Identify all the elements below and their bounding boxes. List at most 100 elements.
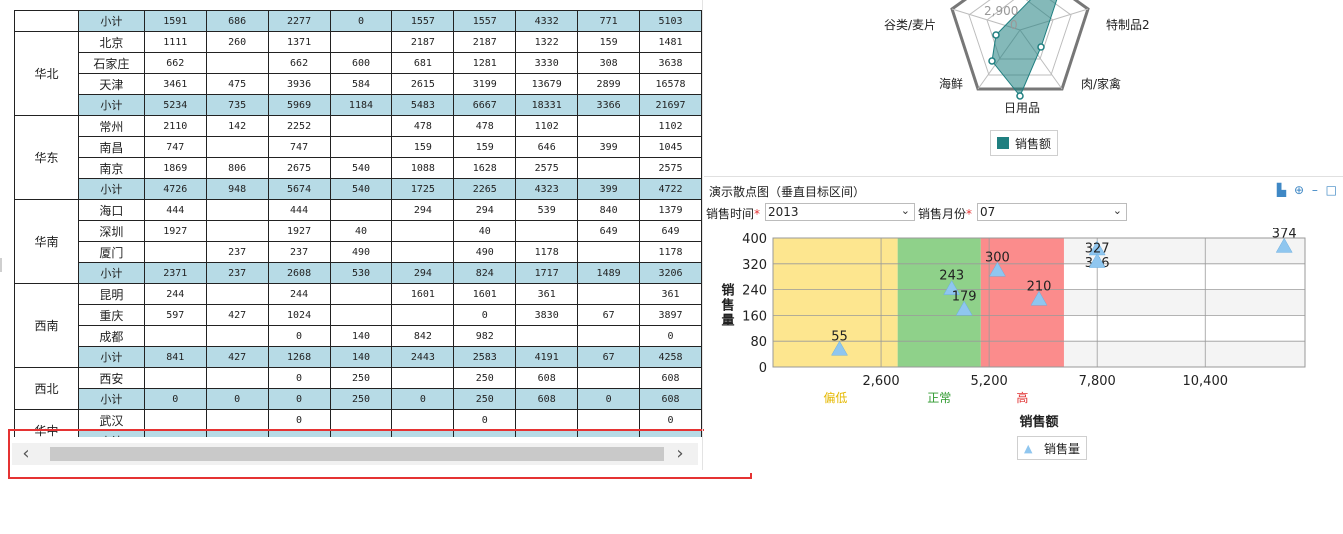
table-cell: 1178 [639,241,702,263]
table-cell [205,367,269,389]
table-cell: 1481 [639,31,702,53]
time-select[interactable]: 2013 ⌄ [765,203,915,221]
table-cell: 608 [515,388,579,410]
table-row: 华中 武汉 0 0 0 [14,409,702,437]
table-cell: 662 [143,52,207,74]
table-cell [577,325,641,347]
table-cell [329,199,393,221]
table-cell: 842 [391,325,455,347]
table-cell [391,241,455,263]
table-cell: 0 [639,325,702,347]
y-axis-title: 售 [721,298,734,314]
radar-legend[interactable]: 销售额 [990,130,1058,156]
table-cell: 1601 [453,283,517,305]
table-cell: 1322 [515,31,579,53]
table-cell: 2252 [267,115,331,137]
table-cell: 539 [515,199,579,221]
table-cell: 490 [329,241,393,263]
table-row: 厦门 237 237 490 490 1178 1178 [15,241,702,263]
table-cell: 18331 [515,94,579,116]
table-cell: 1628 [453,157,517,179]
table-cell: 0 [267,409,331,431]
table-cell: 530 [329,262,393,284]
city-cell: 天津 [77,73,145,95]
legend-swatch [997,137,1009,149]
chart-export-icon[interactable]: ▙ [1277,183,1286,197]
table-cell: 0 [267,325,331,347]
table-cell: 0 [267,388,331,410]
table-cell [515,220,579,242]
table-cell: 4258 [639,346,702,368]
table-cell: 21697 [639,94,702,116]
table-cell: 3461 [143,73,207,95]
city-cell: 海口 [77,199,145,221]
table-cell: 771 [577,10,641,32]
point-label: 179 [952,289,977,304]
point-label: 210 [1027,279,1052,294]
table-row: 南昌 747 747 159 159 646 399 1045 [15,136,702,158]
table-cell [205,220,269,242]
table-cell [515,325,579,347]
maximize-icon[interactable]: □ [1326,183,1337,197]
table-cell: 237 [267,241,331,263]
subtotal-label: 小计 [77,346,145,368]
table-cell: 478 [391,115,455,137]
table-cell: 308 [577,52,641,74]
table-cell [329,409,393,431]
table-cell: 0 [329,10,393,32]
minimize-icon[interactable]: – [1312,183,1318,197]
table-row: 华北 北京 1111 260 1371 2187 2187 1322 159 1481 [14,31,702,116]
x-tick-label: 2,600 [862,374,899,389]
point-label: 300 [985,250,1010,265]
scatter-legend[interactable]: ▲ 销售量 [1017,436,1087,460]
band-label: 正常 [927,391,951,405]
table-cell: 5969 [267,94,331,116]
subtotal-row: 小计 4726 948 5674 540 1725 2265 4323 399 4722 [15,178,702,200]
table-cell [329,31,393,53]
point-label: 327 [1085,242,1110,257]
table-cell: 662 [267,52,331,74]
y-tick-label: 160 [742,309,767,324]
table-cell [577,283,641,305]
table-cell: 1045 [639,136,702,158]
table-cell: 584 [329,73,393,95]
table-cell: 427 [205,304,269,326]
subtotal-row: 小计 5234 735 5969 1184 5483 6667 18331 3366 21697 [15,94,702,116]
subtotal-label: 小计 [77,388,145,410]
table-cell [205,199,269,221]
table-cell: 597 [143,304,207,326]
edge-handle[interactable] [0,258,2,272]
table-cell: 0 [391,388,455,410]
table-cell: 140 [329,346,393,368]
table-cell: 806 [205,157,269,179]
table-cell: 1024 [267,304,331,326]
table-cell: 237 [205,241,269,263]
radar-chart: 2,900 0 谷类/麦片 特制品2 肉/家禽 日用品 海鲜 [860,0,1180,120]
table-cell [577,241,641,263]
table-cell: 2110 [143,115,207,137]
table-cell: 4722 [639,178,702,200]
radar-tick: 0 [1010,18,1018,32]
table-cell: 824 [453,262,517,284]
table-cell: 4191 [515,346,579,368]
table-cell: 649 [577,220,641,242]
table-cell: 250 [329,367,393,389]
table-cell: 1281 [453,52,517,74]
table-cell: 5103 [639,10,702,32]
city-cell: 南京 [77,157,145,179]
month-select[interactable]: 07 ⌄ [977,203,1127,221]
table-cell: 1927 [267,220,331,242]
table-cell: 2443 [391,346,455,368]
table-row: 华东 常州 2110 142 2252 478 478 1102 1102 [14,115,702,200]
city-cell: 石家庄 [77,52,145,74]
region-cell: 华南 [14,199,79,284]
target-icon[interactable]: ⊕ [1294,183,1304,197]
region-cell: 西南 [14,283,79,368]
table-cell: 1102 [639,115,702,137]
table-cell: 444 [143,199,207,221]
table-cell: 2583 [453,346,517,368]
table-cell: 159 [453,136,517,158]
table-cell: 1088 [391,157,455,179]
table-cell: 250 [453,367,517,389]
x-axis-title: 销售额 [1019,414,1058,430]
